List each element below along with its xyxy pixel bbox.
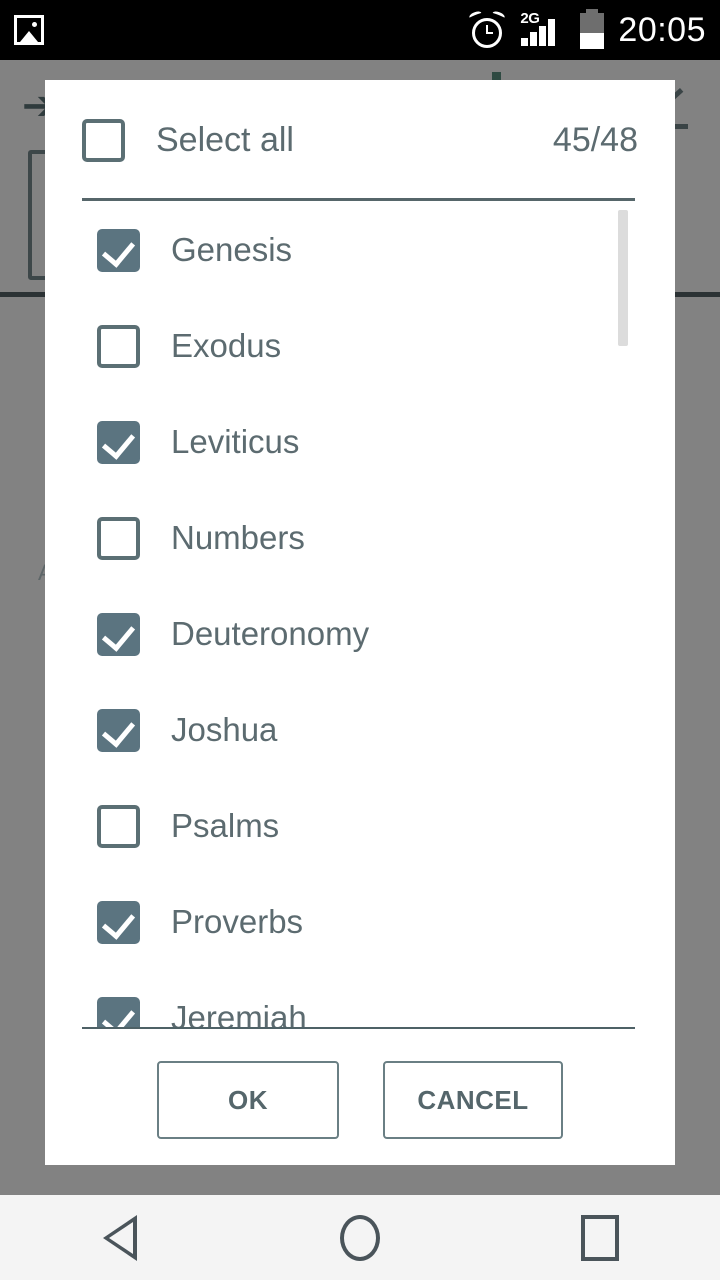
item-checkbox[interactable] [97,996,140,1027]
nav-recents-button[interactable] [480,1195,720,1280]
list-item[interactable]: Genesis [45,202,675,298]
nav-back-button[interactable] [0,1195,240,1280]
item-label: Leviticus [171,423,300,460]
item-label: Deuteronomy [171,615,370,652]
scrollbar-thumb[interactable] [618,210,628,346]
list-item[interactable]: Proverbs [45,874,675,970]
list-item[interactable]: Leviticus [45,394,675,490]
android-navigation-bar [0,1195,720,1280]
list-item[interactable]: Jeremiah [45,970,675,1027]
item-checkbox[interactable] [97,324,140,368]
item-label: Joshua [171,711,278,748]
footer-divider [82,1027,635,1029]
status-bar-left [14,15,44,45]
list-item[interactable]: Deuteronomy [45,586,675,682]
item-checkbox[interactable] [97,708,140,752]
ok-button[interactable]: OK [157,1061,339,1139]
item-label: Psalms [171,807,280,844]
item-label: Exodus [171,327,282,364]
select-all-label: Select all [156,120,294,159]
status-bar-clock: 20:05 [618,10,706,49]
item-checkbox[interactable] [97,420,140,464]
list-item[interactable]: Numbers [45,490,675,586]
list-scrollbar[interactable] [618,210,628,1015]
dialog-actions: OK CANCEL [45,1035,675,1165]
item-checkbox[interactable] [97,612,140,656]
item-checkbox[interactable] [97,900,140,944]
nav-home-button[interactable] [240,1195,480,1280]
item-checkbox[interactable] [97,804,140,848]
list-item[interactable]: Psalms [45,778,675,874]
multi-select-dialog: Select all 45/48 Genesis Exodus Leviticu… [45,80,675,1165]
gallery-icon [14,15,44,45]
item-label: Numbers [171,519,305,556]
back-nav-icon [103,1214,137,1261]
status-bar: 2G 20:05 [0,0,720,60]
alarm-clock-icon [468,9,507,49]
item-checkbox[interactable] [97,516,140,560]
item-checkbox[interactable] [97,228,140,272]
home-nav-icon [340,1214,380,1261]
select-all-checkbox[interactable] [82,118,125,162]
item-label: Proverbs [171,903,304,940]
header-divider [82,198,635,201]
selection-count-label: 45/48 [552,120,638,159]
select-all-row[interactable]: Select all 45/48 [45,80,675,200]
list-item[interactable]: Joshua [45,682,675,778]
list-item[interactable]: Exodus [45,298,675,394]
item-label: Jeremiah [171,999,307,1027]
item-label: Genesis [171,231,293,268]
signal-bars-icon: 2G [520,10,566,50]
cancel-button[interactable]: CANCEL [383,1061,563,1139]
recents-nav-icon [581,1214,619,1261]
phone-screen: 2G 20:05 ➔ A Select all 45/48 [0,0,720,1280]
status-bar-right: 2G 20:05 [468,9,706,50]
battery-icon [580,9,605,49]
book-list[interactable]: Genesis Exodus Leviticus Numbers Deutero… [45,202,675,1027]
